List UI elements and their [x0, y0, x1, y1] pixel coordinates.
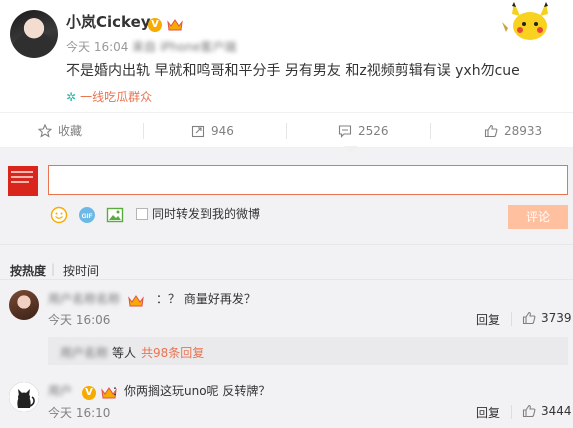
- group-label: 一线吃瓜群众: [80, 90, 153, 104]
- comment-like-count: 3444: [541, 404, 572, 418]
- group-icon: ✲: [66, 90, 77, 104]
- commenter-badges: [128, 290, 144, 309]
- my-avatar[interactable]: [8, 166, 38, 196]
- comment-time: 今天 16:06: [48, 313, 111, 327]
- comment-button[interactable]: 2526: [338, 113, 389, 149]
- comment-text: ：你两搁这玩uno呢 反转牌？: [112, 384, 271, 398]
- author-badges: V: [148, 14, 183, 33]
- author-name[interactable]: 小岚Cickey: [66, 11, 151, 32]
- verified-v-icon: V: [82, 385, 96, 400]
- comment-like-button[interactable]: 3444: [522, 404, 572, 418]
- comment-input[interactable]: [48, 165, 568, 195]
- author-avatar[interactable]: [10, 10, 58, 58]
- like-count: 28933: [504, 124, 543, 138]
- gif-label: GIF: [82, 213, 93, 220]
- divider: [511, 312, 512, 326]
- commenter-name[interactable]: 用户名称名称: [48, 290, 120, 307]
- divider: [143, 123, 144, 139]
- comment-like-button[interactable]: 3739: [522, 311, 572, 325]
- emoji-icon[interactable]: [50, 206, 68, 224]
- verified-v-icon: V: [148, 17, 162, 32]
- sort-separator: |: [51, 262, 56, 276]
- forward-count: 946: [211, 124, 234, 138]
- post-source[interactable]: 来自 iPhone客户端: [132, 38, 236, 55]
- forward-checkbox[interactable]: [136, 208, 148, 220]
- divider: [430, 123, 431, 139]
- forward-button[interactable]: 946: [191, 113, 234, 149]
- divider: [511, 405, 512, 419]
- star-icon: [38, 124, 52, 138]
- action-bar: 收藏 946 2526 28933: [0, 112, 573, 148]
- commenter-avatar[interactable]: [9, 290, 39, 320]
- crown-badge-icon: [167, 19, 183, 31]
- comment-like-count: 3739: [541, 311, 572, 325]
- post-text: 不是婚内出轨 早就和鸣哥和平分手 另有男友 和z视频剪辑有误 yxh勿cue: [66, 63, 520, 79]
- reply-button[interactable]: 回复: [476, 404, 500, 421]
- comment-text: ：？ 商量好再发？: [156, 292, 256, 306]
- commenter-avatar[interactable]: [9, 382, 39, 412]
- pikachu-decoration-icon: [502, 2, 548, 40]
- comment-icon: [338, 125, 352, 138]
- comment-caret: [344, 146, 358, 153]
- group-link[interactable]: ✲ 一线吃瓜群众: [66, 88, 152, 105]
- gif-icon[interactable]: GIF: [78, 206, 96, 224]
- sort-by-time-tab[interactable]: 按时间: [63, 262, 99, 279]
- forward-checkbox-label[interactable]: 同时转发到我的微博: [152, 205, 260, 222]
- comment-count: 2526: [358, 124, 389, 138]
- reply-count-link[interactable]: 共98条回复: [141, 344, 204, 361]
- post-time[interactable]: 今天 16:04: [66, 38, 128, 55]
- thumbs-up-icon: [522, 404, 536, 418]
- favorite-button[interactable]: 收藏: [38, 113, 82, 149]
- sort-by-hot-tab[interactable]: 按热度: [10, 262, 46, 279]
- image-icon[interactable]: [106, 206, 124, 224]
- forward-icon: [191, 125, 205, 138]
- divider: [286, 123, 287, 139]
- thumbs-up-icon: [484, 124, 498, 138]
- favorite-label: 收藏: [58, 124, 83, 138]
- reply-users-suffix: 等人: [112, 346, 137, 360]
- crown-badge-icon: [128, 295, 144, 307]
- reply-button[interactable]: 回复: [476, 311, 500, 328]
- thumbs-up-icon: [522, 311, 536, 325]
- reply-users[interactable]: 用户名称: [60, 344, 108, 361]
- submit-comment-button[interactable]: 评论: [508, 205, 568, 229]
- like-button[interactable]: 28933: [484, 113, 542, 149]
- commenter-name[interactable]: 用户: [48, 382, 72, 399]
- comment-time: 今天 16:10: [48, 406, 111, 420]
